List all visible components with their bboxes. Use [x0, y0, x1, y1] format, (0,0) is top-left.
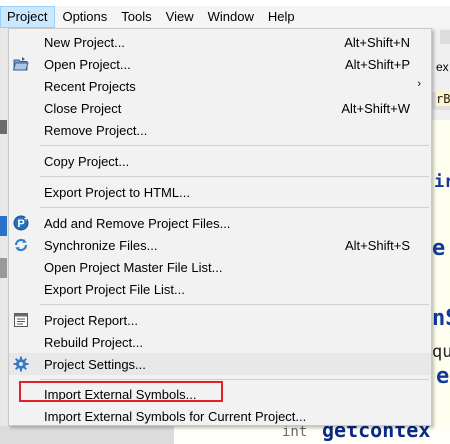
svg-text:+: +	[24, 216, 28, 223]
project-menu: New Project... Alt+Shift+N Open Project.…	[8, 28, 432, 426]
menu-item-rebuild-project[interactable]: Rebuild Project...	[9, 331, 431, 353]
menu-bar: Project Options Tools View Window Help	[0, 6, 450, 28]
report-icon	[13, 312, 29, 328]
sync-icon	[13, 237, 29, 253]
code-editor[interactable]	[432, 120, 450, 444]
menu-item-copy-project[interactable]: Copy Project...	[9, 150, 431, 172]
menu-project[interactable]: Project	[0, 6, 56, 28]
menu-item-label: Open Project Master File List...	[44, 260, 223, 275]
submenu-arrow-icon: ›	[417, 78, 421, 90]
menu-item-project-settings[interactable]: Project Settings...	[9, 353, 431, 375]
left-panel-marker	[0, 120, 7, 134]
menu-separator	[40, 145, 429, 146]
menu-item-label: Copy Project...	[44, 154, 130, 169]
menu-item-shortcut: Alt+Shift+P	[344, 57, 410, 72]
toolbar-fragment	[440, 30, 450, 44]
menu-item-new-project[interactable]: New Project... Alt+Shift+N	[9, 31, 431, 53]
menu-item-recent-projects[interactable]: Recent Projects ›	[9, 75, 431, 97]
menu-item-import-external-symbols[interactable]: Import External Symbols...	[9, 383, 431, 405]
menu-separator	[40, 207, 429, 208]
menu-window[interactable]: Window	[201, 6, 261, 28]
left-panel-marker	[0, 258, 7, 278]
menu-item-project-report[interactable]: Project Report...	[9, 309, 431, 331]
menu-item-label: Rebuild Project...	[44, 335, 143, 350]
left-panel-marker	[0, 216, 7, 236]
menu-item-label: Export Project File List...	[44, 282, 185, 297]
menu-help[interactable]: Help	[261, 6, 302, 28]
menu-item-label: Recent Projects	[44, 79, 136, 94]
menu-options[interactable]: Options	[55, 6, 114, 28]
menu-item-label: Remove Project...	[44, 123, 148, 138]
gear-icon	[13, 356, 29, 372]
menu-item-open-project[interactable]: Open Project... Alt+Shift+P	[9, 53, 431, 75]
menu-view[interactable]: View	[159, 6, 201, 28]
open-folder-icon	[12, 56, 29, 72]
menu-item-shortcut: Alt+Shift+N	[344, 35, 410, 50]
menu-item-close-project[interactable]: Close Project Alt+Shift+W	[9, 97, 431, 119]
menu-item-open-master-file-list[interactable]: Open Project Master File List...	[9, 256, 431, 278]
menu-item-synchronize-files[interactable]: Synchronize Files... Alt+Shift+S	[9, 234, 431, 256]
menu-item-label: Open Project...	[44, 57, 131, 72]
tab-fragment[interactable]: ex	[436, 60, 449, 74]
menu-item-export-html[interactable]: Export Project to HTML...	[9, 181, 431, 203]
menu-item-shortcut: Alt+Shift+W	[341, 101, 410, 116]
menu-separator	[40, 304, 429, 305]
menu-item-label: Project Settings...	[44, 357, 146, 372]
menu-tools[interactable]: Tools	[114, 6, 158, 28]
menu-item-label: Close Project	[44, 101, 122, 116]
menu-item-import-external-symbols-current[interactable]: Import External Symbols for Current Proj…	[9, 405, 431, 427]
menu-item-remove-project[interactable]: Remove Project...	[9, 119, 431, 141]
menu-item-label: Project Report...	[44, 313, 138, 328]
project-files-icon: P +	[13, 215, 29, 231]
menu-item-label: New Project...	[44, 35, 125, 50]
menu-item-label: Import External Symbols for Current Proj…	[44, 409, 307, 424]
menu-separator	[40, 379, 429, 380]
menu-item-label: Add and Remove Project Files...	[44, 216, 231, 231]
menu-item-export-file-list[interactable]: Export Project File List...	[9, 278, 431, 300]
menu-item-label: Synchronize Files...	[44, 238, 158, 253]
menu-separator	[40, 176, 429, 177]
code-fragment: ir	[434, 172, 450, 192]
code-fragment: nS	[432, 306, 450, 331]
code-fragment: rB	[436, 92, 450, 106]
menu-item-label: Export Project to HTML...	[44, 185, 190, 200]
code-fragment: e	[436, 364, 450, 389]
menu-item-shortcut: Alt+Shift+S	[344, 238, 410, 253]
menu-item-label: Import External Symbols...	[44, 387, 197, 402]
code-fragment: qu	[432, 342, 450, 362]
menu-item-add-remove-files[interactable]: P + Add and Remove Project Files...	[9, 212, 431, 234]
code-fragment: e	[432, 236, 446, 261]
